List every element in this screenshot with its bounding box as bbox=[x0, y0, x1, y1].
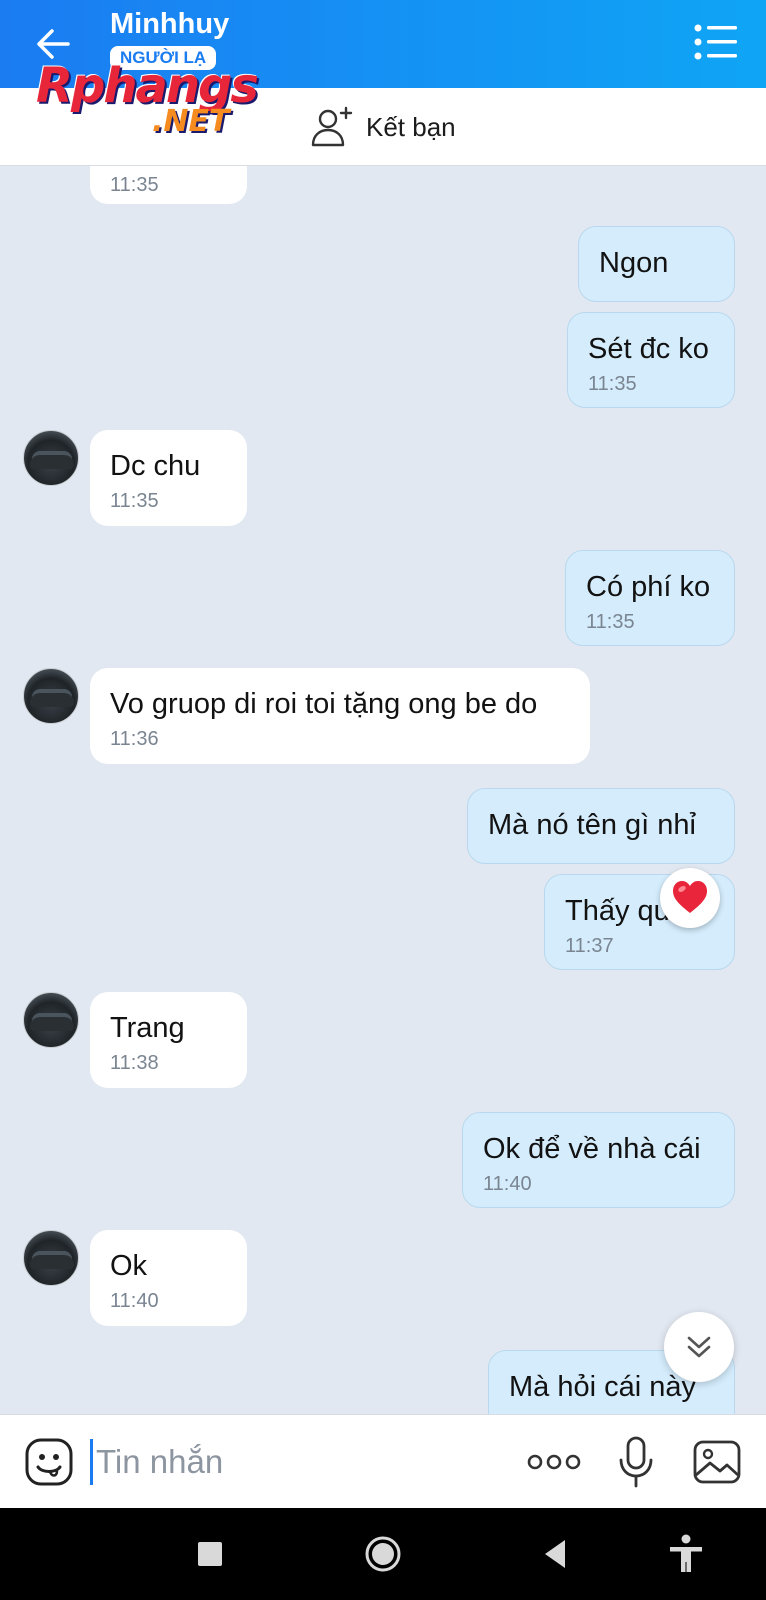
square-icon bbox=[198, 1542, 222, 1566]
message-input[interactable] bbox=[96, 1437, 496, 1487]
avatar[interactable] bbox=[23, 992, 79, 1048]
message-time: 11:37 bbox=[565, 935, 614, 957]
avatar[interactable] bbox=[23, 1230, 79, 1286]
message-bubble-outgoing[interactable]: Mà nó tên gì nhỉ bbox=[467, 788, 735, 864]
message-text: Có phí ko bbox=[586, 571, 711, 603]
accessibility-icon bbox=[670, 1534, 702, 1572]
composer-bar bbox=[0, 1414, 766, 1508]
message-bubble-outgoing[interactable]: Ok để về nhà cái 11:40 bbox=[462, 1112, 735, 1208]
recents-button[interactable] bbox=[188, 1532, 232, 1576]
message-text: Vo gruop di roi toi tặng ong be do bbox=[110, 688, 538, 720]
message-text: Mà nó tên gì nhỉ bbox=[488, 809, 696, 841]
message-bubble-incoming[interactable]: Ok 11:40 bbox=[90, 1230, 247, 1326]
voice-record-button[interactable] bbox=[616, 1435, 656, 1489]
triangle-back-icon bbox=[545, 1540, 565, 1568]
watermark-logo: Rphangs .NET bbox=[36, 58, 276, 148]
sticker-button[interactable] bbox=[24, 1437, 74, 1487]
scroll-to-bottom-button[interactable] bbox=[664, 1312, 734, 1382]
message-bubble-outgoing[interactable]: Ngon bbox=[578, 226, 735, 302]
watermark-suffix: .NET bbox=[152, 104, 230, 139]
microphone-icon bbox=[619, 1436, 653, 1488]
message-text: Ngon bbox=[599, 247, 669, 279]
message-text: Sét đc ko bbox=[588, 333, 709, 365]
system-nav-bar bbox=[0, 1508, 766, 1600]
message-text: Ok bbox=[110, 1250, 148, 1282]
message-time: 11:35 bbox=[586, 611, 635, 633]
add-friend-button[interactable]: Kết bạn bbox=[310, 104, 456, 150]
more-dots-icon bbox=[527, 1454, 581, 1470]
message-text: Dc chu bbox=[110, 450, 201, 482]
add-friend-label: Kết bạn bbox=[366, 111, 456, 142]
message-list[interactable]: 11:35 Ngon Sét đc ko 11:35 Dc chu 11:35 … bbox=[0, 166, 766, 1414]
message-time: 11:35 bbox=[110, 490, 159, 512]
more-options-button[interactable] bbox=[526, 1445, 582, 1479]
message-bubble-incoming[interactable]: Vo gruop di roi toi tặng ong be do 11:36 bbox=[90, 668, 590, 764]
message-bubble-incoming[interactable]: Dc chu 11:35 bbox=[90, 430, 247, 526]
avatar[interactable] bbox=[23, 668, 79, 724]
image-icon bbox=[693, 1440, 741, 1484]
message-bubble-outgoing[interactable]: Có phí ko 11:35 bbox=[565, 550, 735, 646]
contact-name[interactable]: Minhhuy bbox=[110, 8, 229, 41]
message-time: 11:38 bbox=[110, 1052, 159, 1074]
text-cursor bbox=[90, 1439, 93, 1485]
message-time: 11:36 bbox=[110, 728, 159, 750]
message-bubble-incoming[interactable]: Trang 11:38 bbox=[90, 992, 247, 1088]
user-plus-icon bbox=[311, 106, 353, 147]
message-text: Ok để về nhà cái bbox=[483, 1133, 701, 1165]
accessibility-button[interactable] bbox=[664, 1532, 708, 1576]
home-button[interactable] bbox=[361, 1532, 405, 1576]
sticker-face-icon bbox=[25, 1438, 73, 1486]
message-bubble-outgoing[interactable]: Sét đc ko 11:35 bbox=[567, 312, 735, 408]
reaction-button[interactable] bbox=[660, 868, 720, 928]
message-time: 11:35 bbox=[110, 174, 159, 196]
menu-button[interactable] bbox=[692, 20, 740, 64]
message-time: 11:35 bbox=[588, 373, 637, 395]
send-image-button[interactable] bbox=[692, 1437, 742, 1487]
message-bubble-incoming[interactable]: 11:35 bbox=[90, 166, 247, 204]
message-text: Trang bbox=[110, 1012, 185, 1044]
message-time: 11:40 bbox=[110, 1290, 159, 1312]
circle-icon bbox=[365, 1536, 401, 1572]
message-time: 11:40 bbox=[483, 1173, 532, 1195]
list-menu-icon bbox=[694, 24, 737, 60]
back-nav-button[interactable] bbox=[533, 1532, 577, 1576]
heart-icon bbox=[673, 881, 707, 913]
avatar[interactable] bbox=[23, 430, 79, 486]
chevrons-down-icon bbox=[687, 1336, 711, 1358]
